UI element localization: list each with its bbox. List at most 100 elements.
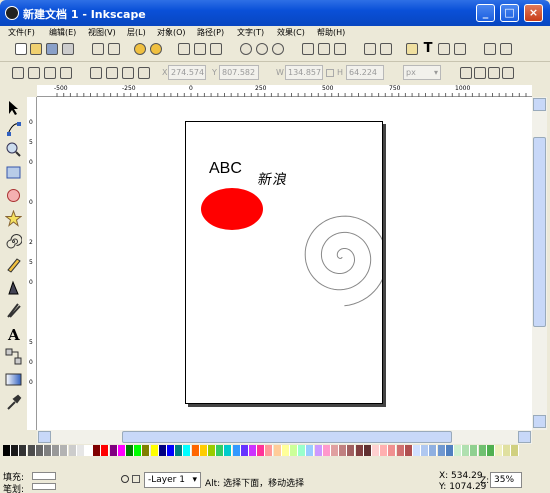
color-swatch[interactable]	[126, 445, 134, 456]
color-swatch[interactable]	[109, 445, 118, 456]
color-swatch[interactable]	[68, 445, 77, 456]
copy-icon[interactable]	[178, 43, 190, 55]
print-icon[interactable]	[62, 43, 74, 55]
color-swatch[interactable]	[11, 445, 20, 456]
lower-to-bottom-icon[interactable]	[138, 67, 150, 79]
color-swatch[interactable]	[93, 445, 102, 456]
dropper-tool-icon[interactable]	[5, 394, 22, 411]
color-swatch[interactable]	[306, 445, 315, 456]
align-distribute-icon[interactable]	[454, 43, 466, 55]
menu-text[interactable]: 文字(T)	[237, 27, 264, 38]
duplicate-icon[interactable]	[302, 43, 314, 55]
color-swatch[interactable]	[404, 445, 413, 456]
color-swatch[interactable]	[470, 445, 479, 456]
vertical-scroll-thumb[interactable]	[533, 137, 546, 327]
zoom-page-icon[interactable]	[272, 43, 284, 55]
unlink-clone-icon[interactable]	[334, 43, 346, 55]
color-swatch[interactable]	[363, 445, 372, 456]
xml-editor-icon[interactable]	[438, 43, 450, 55]
maximize-button[interactable]: □	[500, 4, 519, 22]
color-swatch[interactable]	[445, 445, 454, 456]
node-tool-icon[interactable]	[5, 120, 22, 137]
color-swatch[interactable]	[437, 445, 446, 456]
color-swatch[interactable]	[281, 445, 290, 456]
color-swatch[interactable]	[158, 445, 167, 456]
color-swatch[interactable]	[216, 445, 225, 456]
inkscape-app-icon[interactable]	[5, 6, 19, 20]
y-field[interactable]: 807.582	[219, 65, 259, 80]
scroll-down-button[interactable]	[533, 415, 546, 428]
spiral-tool-icon[interactable]	[5, 233, 22, 250]
open-folder-icon[interactable]	[30, 43, 42, 55]
color-swatch[interactable]	[462, 445, 471, 456]
color-swatch[interactable]	[396, 445, 405, 456]
red-ellipse[interactable]	[197, 185, 267, 235]
color-swatch[interactable]	[421, 445, 430, 456]
import-icon[interactable]	[92, 43, 104, 55]
menu-effects[interactable]: 效果(C)	[277, 27, 305, 38]
fill-stroke-icon[interactable]	[406, 43, 418, 55]
color-swatch[interactable]	[183, 445, 192, 456]
clone-icon[interactable]	[318, 43, 330, 55]
vertical-scrollbar[interactable]	[532, 97, 547, 430]
color-swatch[interactable]	[76, 445, 85, 456]
spiral-shape[interactable]	[262, 207, 382, 327]
flip-vertical-icon[interactable]	[60, 67, 72, 79]
color-swatch[interactable]	[19, 445, 28, 456]
color-swatch[interactable]	[290, 445, 298, 456]
menu-object[interactable]: 对象(O)	[157, 27, 186, 38]
color-swatch[interactable]	[117, 445, 126, 456]
color-swatch[interactable]	[273, 445, 282, 456]
color-swatch[interactable]	[232, 445, 241, 456]
calligraphy-tool-icon[interactable]	[5, 302, 22, 319]
text-abc[interactable]: ABC	[209, 160, 242, 178]
color-swatch[interactable]	[339, 445, 348, 456]
color-swatch[interactable]	[495, 445, 503, 456]
lock-ratio-icon[interactable]	[326, 69, 334, 77]
export-icon[interactable]	[108, 43, 120, 55]
color-swatch[interactable]	[150, 445, 159, 456]
gradient-tool-icon[interactable]	[5, 371, 22, 388]
color-swatch[interactable]	[175, 445, 184, 456]
scale-stroke-icon[interactable]	[460, 67, 472, 79]
color-swatch[interactable]	[413, 445, 421, 456]
scroll-up-button[interactable]	[533, 98, 546, 111]
group-icon[interactable]	[364, 43, 376, 55]
color-swatch[interactable]	[355, 445, 364, 456]
color-swatch[interactable]	[347, 445, 356, 456]
unit-select[interactable]: px ▾	[403, 65, 441, 80]
rotate-ccw-icon[interactable]	[12, 67, 24, 79]
scroll-right-button[interactable]	[518, 431, 531, 443]
color-swatch[interactable]	[257, 445, 266, 456]
color-swatch[interactable]	[167, 445, 175, 456]
menu-layer[interactable]: 层(L)	[127, 27, 146, 38]
color-swatch[interactable]	[511, 445, 520, 456]
close-button[interactable]: ×	[524, 4, 543, 22]
ungroup-icon[interactable]	[380, 43, 392, 55]
color-swatch[interactable]	[331, 445, 339, 456]
color-swatch[interactable]	[85, 445, 93, 456]
color-swatch[interactable]	[224, 445, 233, 456]
rotate-cw-icon[interactable]	[28, 67, 40, 79]
horizontal-scrollbar[interactable]	[37, 430, 532, 444]
color-swatch[interactable]	[380, 445, 389, 456]
flip-horizontal-icon[interactable]	[44, 67, 56, 79]
color-swatch[interactable]	[503, 445, 512, 456]
color-swatch[interactable]	[44, 445, 52, 456]
pencil-tool-icon[interactable]	[5, 256, 22, 273]
color-swatch[interactable]	[298, 445, 307, 456]
color-swatch[interactable]	[454, 445, 462, 456]
color-swatch[interactable]	[240, 445, 249, 456]
ellipse-tool-icon[interactable]	[5, 187, 22, 204]
star-tool-icon[interactable]	[5, 210, 22, 227]
color-swatch[interactable]	[388, 445, 397, 456]
preferences-icon[interactable]	[484, 43, 496, 55]
color-swatch[interactable]	[486, 445, 495, 456]
selector-tool-icon[interactable]	[5, 99, 22, 116]
connector-tool-icon[interactable]	[5, 348, 22, 365]
menu-file[interactable]: 文件(F)	[8, 27, 35, 38]
color-swatch[interactable]	[314, 445, 323, 456]
scroll-left-button[interactable]	[38, 431, 51, 443]
menu-help[interactable]: 帮助(H)	[317, 27, 345, 38]
rectangle-tool-icon[interactable]	[5, 164, 22, 181]
